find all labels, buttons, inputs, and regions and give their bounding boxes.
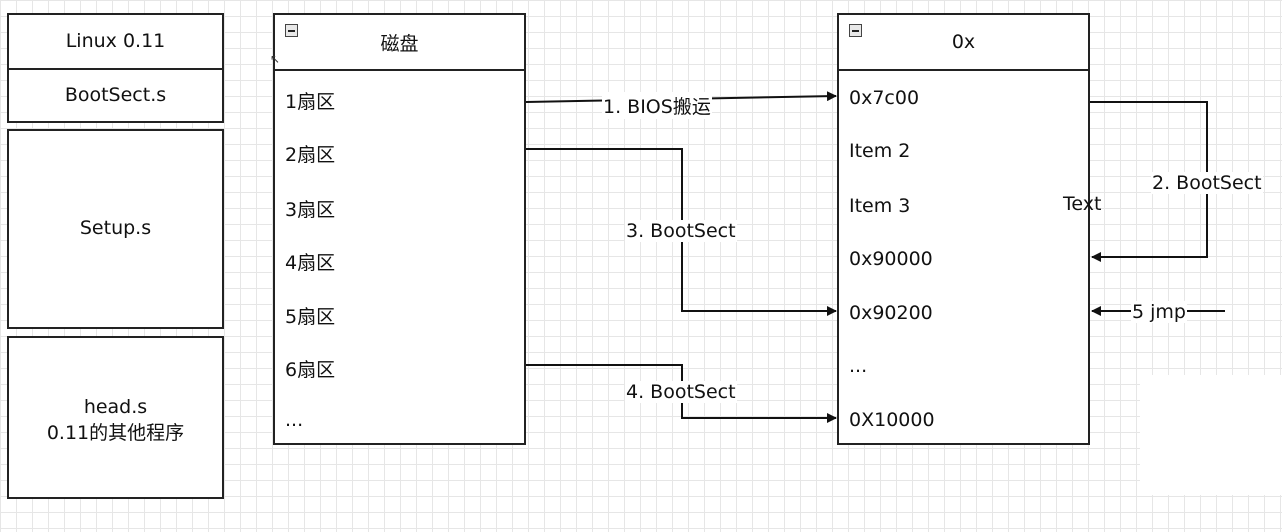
disk-title: 磁盘 — [380, 32, 419, 55]
memory-row[interactable]: 0x90200 — [849, 302, 933, 324]
memory-row[interactable]: Item 2 — [849, 140, 910, 162]
disk-row[interactable]: 3扇区 — [285, 195, 335, 222]
collapse-icon[interactable] — [849, 24, 862, 37]
pointer-icon: ↖ — [270, 52, 281, 66]
arrow-label-bootsect-2: 2. BootSect — [1151, 172, 1263, 194]
bootsect-label: BootSect.s — [64, 83, 167, 106]
memory-row[interactable]: Item 3 — [849, 195, 910, 217]
disk-row[interactable]: 4扇区 — [285, 248, 335, 275]
setup-box[interactable]: Setup.s — [7, 129, 224, 329]
memory-row[interactable]: 0X10000 — [849, 409, 935, 431]
disk-row[interactable]: ... — [285, 409, 303, 431]
memory-title: 0x — [951, 31, 976, 53]
memory-floating-text[interactable]: Text — [1062, 193, 1102, 215]
memory-container[interactable]: 0x 0x7c00 Item 2 Item 3 0x90000 0x90200 … — [837, 13, 1090, 445]
disk-container[interactable]: 磁盘 1扇区 2扇区 3扇区 4扇区 5扇区 6扇区 ... — [273, 13, 526, 445]
memory-row[interactable]: 0x90000 — [849, 248, 933, 270]
bootsect-box[interactable]: BootSect.s — [7, 68, 224, 123]
disk-row[interactable]: 5扇区 — [285, 302, 335, 329]
memory-header: 0x — [839, 15, 1088, 71]
disk-row[interactable]: 1扇区 — [285, 87, 335, 114]
memory-row[interactable]: 0x7c00 — [849, 87, 919, 109]
linux-label: Linux 0.11 — [65, 29, 166, 52]
memory-row[interactable]: ... — [849, 355, 867, 377]
blank-area — [1140, 375, 1282, 495]
collapse-icon[interactable] — [285, 24, 298, 37]
disk-row[interactable]: 6扇区 — [285, 355, 335, 382]
disk-header: 磁盘 — [275, 15, 524, 71]
arrow-label-bios: 1. BIOS搬运 — [602, 92, 712, 119]
head-box[interactable]: head.s 0.11的其他程序 — [7, 336, 224, 499]
head-label: head.s — [83, 395, 148, 418]
arrow-label-bootsect-3: 3. BootSect — [625, 220, 737, 242]
arrow-label-bootsect-4: 4. BootSect — [625, 381, 737, 403]
disk-row[interactable]: 2扇区 — [285, 140, 335, 167]
setup-label: Setup.s — [79, 217, 152, 240]
other-programs-label: 0.11的其他程序 — [46, 421, 185, 444]
arrow-label-jmp: 5 jmp — [1131, 301, 1187, 323]
linux-box[interactable]: Linux 0.11 — [7, 13, 224, 70]
